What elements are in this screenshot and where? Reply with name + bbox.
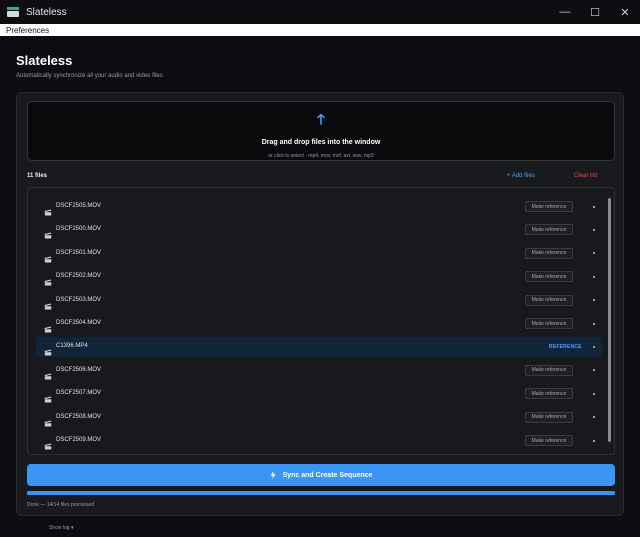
main-panel: Drag and drop files into the window or c…: [16, 92, 624, 516]
file-name: DSCF2505.MOV: [56, 203, 102, 209]
row-menu-icon[interactable]: [590, 248, 598, 259]
row-menu-icon[interactable]: [590, 341, 598, 352]
page-title: Slateless: [16, 53, 73, 68]
file-count: 11 files: [27, 173, 48, 179]
show-log-toggle[interactable]: Show log ▾: [49, 525, 73, 531]
add-files-button[interactable]: + Add files: [507, 173, 535, 179]
progress-bar: [27, 491, 615, 495]
video-clip-icon: [44, 390, 52, 403]
row-menu-icon[interactable]: [590, 295, 598, 306]
title-bar: Slateless — ☐ ✕: [0, 0, 640, 24]
file-name: DSCF2504.MOV: [56, 320, 102, 326]
file-name: DSCF2502.MOV: [56, 273, 102, 280]
file-name: DSCF2509.MOV: [56, 437, 102, 443]
file-name: C1396.MP4: [56, 343, 88, 350]
maximize-button[interactable]: ☐: [580, 0, 610, 24]
video-clip-icon: [44, 367, 52, 380]
page-subtitle: Automatically synchronize all your audio…: [16, 73, 163, 79]
dropzone-title: Drag and drop files into the window: [261, 139, 381, 146]
reference-badge: REFERENCE: [549, 344, 582, 351]
clear-list-button[interactable]: Clear list: [574, 173, 597, 179]
row-menu-icon[interactable]: [590, 388, 598, 399]
file-row[interactable]: DSCF2501.MOV Make reference: [36, 244, 602, 264]
file-name: DSCF2506.MOV: [56, 366, 102, 373]
file-row[interactable]: DSCF2500.MOV Make reference: [36, 220, 602, 240]
file-row[interactable]: DSCF2509.MOV Make reference: [36, 431, 602, 451]
row-menu-icon[interactable]: [590, 318, 598, 329]
row-menu-icon[interactable]: [590, 271, 598, 282]
file-row[interactable]: DSCF2505.MOV Make reference: [36, 197, 602, 217]
file-name: DSCF2507.MOV: [56, 390, 102, 397]
video-clip-icon: [44, 414, 52, 427]
minimize-button[interactable]: —: [550, 0, 580, 24]
file-name: DSCF2503.MOV: [56, 296, 102, 303]
make-reference-button[interactable]: Make reference: [525, 364, 573, 376]
make-reference-button[interactable]: Make reference: [525, 318, 573, 329]
window-controls: — ☐ ✕: [550, 0, 640, 24]
menu-item-preferences[interactable]: Preferences: [6, 26, 49, 35]
dropzone-hint: or click to select · mp4, mov, mxf, avi,…: [268, 153, 374, 159]
app-logo-icon: [7, 7, 19, 17]
file-row[interactable]: DSCF2508.MOV Make reference: [36, 408, 602, 428]
file-dropzone[interactable]: Drag and drop files into the window or c…: [27, 101, 615, 161]
row-menu-icon[interactable]: [590, 435, 598, 446]
row-menu-icon[interactable]: [590, 412, 598, 423]
sync-button-label: Sync and Create Sequence: [282, 471, 373, 479]
file-row[interactable]: DSCF2507.MOV Make reference: [36, 384, 602, 404]
video-clip-icon: [44, 297, 52, 310]
video-clip-icon: [44, 343, 52, 356]
video-clip-icon: [44, 226, 52, 239]
file-name: DSCF2508.MOV: [56, 413, 102, 420]
make-reference-button[interactable]: Make reference: [525, 247, 573, 259]
sync-button[interactable]: Sync and Create Sequence: [27, 464, 615, 486]
file-row[interactable]: DSCF2506.MOV Make reference: [36, 361, 602, 381]
file-row[interactable]: C1396.MP4 REFERENCE: [36, 337, 602, 358]
file-row[interactable]: DSCF2502.MOV Make reference: [36, 267, 602, 287]
video-clip-icon: [44, 320, 52, 333]
window-title: Slateless: [26, 6, 67, 18]
video-clip-icon: [44, 203, 52, 216]
file-list: DSCF2505.MOV Make reference DSCF2500.MOV Ma…: [27, 187, 615, 455]
make-reference-button[interactable]: Make reference: [525, 435, 573, 446]
make-reference-button[interactable]: Make reference: [525, 224, 573, 236]
row-menu-icon[interactable]: [590, 224, 598, 235]
video-clip-icon: [44, 250, 52, 263]
make-reference-button[interactable]: Make reference: [525, 411, 573, 423]
video-clip-icon: [44, 273, 52, 286]
row-menu-icon[interactable]: [590, 365, 598, 376]
list-scrollbar[interactable]: [608, 198, 611, 442]
lightning-icon: [270, 471, 276, 479]
row-menu-icon[interactable]: [590, 201, 598, 212]
make-reference-button[interactable]: Make reference: [525, 388, 573, 400]
file-name: DSCF2501.MOV: [56, 249, 102, 256]
close-button[interactable]: ✕: [610, 0, 640, 24]
menu-bar: Preferences: [0, 24, 640, 36]
make-reference-button[interactable]: Make reference: [525, 294, 573, 306]
upload-arrow-icon: [28, 113, 614, 125]
file-row[interactable]: DSCF2504.MOV Make reference: [36, 314, 602, 334]
file-name: DSCF2500.MOV: [56, 226, 102, 233]
file-row[interactable]: DSCF2503.MOV Make reference: [36, 291, 602, 311]
make-reference-button[interactable]: Make reference: [525, 271, 573, 283]
make-reference-button[interactable]: Make reference: [525, 201, 573, 212]
status-text: Done — 14/14 files processed: [27, 502, 94, 508]
progress-fill: [27, 491, 615, 495]
video-clip-icon: [44, 437, 52, 450]
